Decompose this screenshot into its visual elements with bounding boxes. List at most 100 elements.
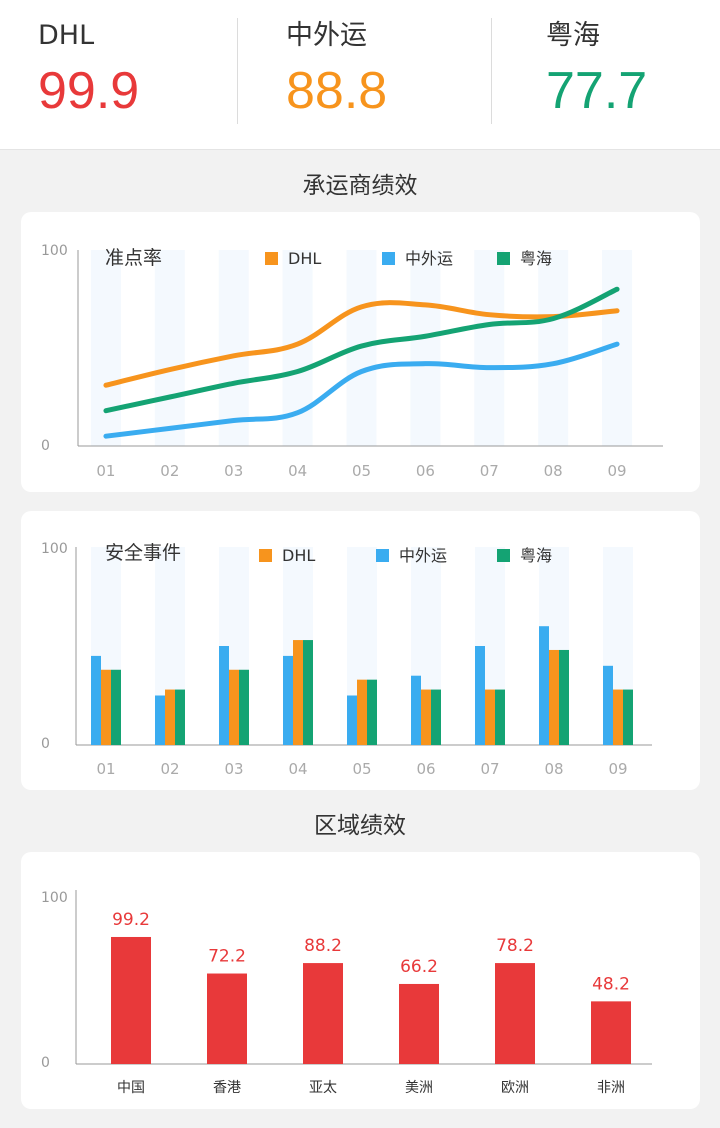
kpi-yuehai: 粤海 77.7 bbox=[546, 16, 720, 126]
x-tick-label: 05 bbox=[352, 760, 371, 778]
x-tick-label: 04 bbox=[288, 462, 307, 480]
x-tick-label: 中国 bbox=[117, 1080, 145, 1096]
kpi-dhl: DHL 99.9 bbox=[38, 16, 258, 126]
bar bbox=[421, 689, 431, 745]
kpi-divider bbox=[491, 18, 492, 124]
x-tick-label: 01 bbox=[96, 462, 115, 480]
y-tick-label: 100 bbox=[41, 541, 68, 557]
y-tick-label: 100 bbox=[41, 890, 68, 906]
bar bbox=[559, 649, 569, 745]
bar bbox=[283, 655, 293, 745]
bar bbox=[111, 669, 121, 745]
bar bbox=[207, 973, 247, 1064]
bar bbox=[495, 963, 535, 1064]
bar bbox=[495, 689, 505, 745]
bar bbox=[293, 640, 303, 745]
on-time-line-chart: 100 0 01 02 03 04 05 06 07 08 09 准点率 DHL 中外运 粤海 bbox=[41, 243, 663, 480]
kpi-name: 粤海 bbox=[546, 20, 600, 51]
y-tick-label: 0 bbox=[41, 736, 50, 752]
x-tick-label: 08 bbox=[544, 760, 563, 778]
bar bbox=[239, 669, 249, 745]
x-tick-label: 非洲 bbox=[597, 1080, 625, 1096]
kpi-header: DHL 99.9 中外运 88.8 粤海 77.7 bbox=[0, 0, 720, 150]
bar bbox=[175, 689, 185, 745]
x-tick-label: 03 bbox=[224, 462, 243, 480]
y-tick-label: 100 bbox=[41, 243, 68, 259]
legend-label: DHL bbox=[288, 249, 321, 268]
kpi-name: 中外运 bbox=[286, 20, 367, 51]
section-title-carrier: 承运商绩效 bbox=[302, 173, 418, 199]
category-band bbox=[474, 250, 505, 446]
category-band bbox=[538, 250, 569, 446]
bar bbox=[367, 679, 377, 745]
kpi-sinotrans: 中外运 88.8 bbox=[286, 16, 506, 126]
x-tick-label: 01 bbox=[96, 760, 115, 778]
bar bbox=[219, 646, 229, 745]
x-tick-label: 07 bbox=[480, 462, 499, 480]
safety-chart-card: 100 0 01 02 03 04 05 06 07 08 09 安全事件 DHL 中外运 粤海 bbox=[21, 511, 700, 790]
bar bbox=[475, 646, 485, 745]
x-tick-label: 欧洲 bbox=[501, 1080, 529, 1096]
data-label: 66.2 bbox=[400, 957, 438, 977]
y-tick-label: 0 bbox=[41, 1055, 50, 1071]
bar bbox=[101, 669, 111, 745]
legend-swatch bbox=[376, 549, 389, 562]
region-chart-card: 100 0 99.2 中国 72.2 香港 88.2 亚太 66.2 美洲 78.2 欧洲 48.2 非洲 bbox=[21, 852, 700, 1109]
bar bbox=[111, 936, 151, 1064]
x-tick-label: 09 bbox=[608, 760, 627, 778]
bar bbox=[411, 675, 421, 745]
bar bbox=[603, 665, 613, 745]
category-band bbox=[154, 250, 185, 446]
category-band bbox=[218, 250, 249, 446]
data-label: 78.2 bbox=[496, 936, 534, 956]
category-band bbox=[410, 250, 441, 446]
legend-label: 中外运 bbox=[405, 249, 453, 268]
x-tick-label: 亚太 bbox=[309, 1080, 337, 1096]
x-tick-label: 02 bbox=[160, 462, 179, 480]
legend-swatch bbox=[497, 252, 510, 265]
legend-label: DHL bbox=[282, 546, 315, 565]
data-label: 99.2 bbox=[112, 910, 150, 930]
kpi-value: 88.8 bbox=[286, 62, 388, 120]
x-tick-label: 02 bbox=[160, 760, 179, 778]
kpi-name: DHL bbox=[38, 20, 95, 51]
category-band bbox=[90, 250, 121, 446]
section-title-region: 区域绩效 bbox=[314, 813, 406, 839]
bar bbox=[165, 689, 175, 745]
x-tick-label: 03 bbox=[224, 760, 243, 778]
bar bbox=[303, 640, 313, 745]
bar bbox=[347, 695, 357, 745]
legend-swatch bbox=[497, 549, 510, 562]
bar bbox=[591, 1001, 631, 1064]
legend-swatch bbox=[265, 252, 278, 265]
bar bbox=[539, 626, 549, 745]
x-tick-label: 香港 bbox=[213, 1080, 241, 1096]
data-label: 48.2 bbox=[592, 974, 630, 994]
bar bbox=[485, 689, 495, 745]
region-bar-chart: 100 0 99.2 中国 72.2 香港 88.2 亚太 66.2 美洲 78.2 欧洲 48.2 非洲 bbox=[41, 890, 652, 1096]
bar bbox=[357, 679, 367, 745]
x-tick-label: 08 bbox=[544, 462, 563, 480]
safety-bar-chart: 100 0 01 02 03 04 05 06 07 08 09 安全事件 DHL 中外运 粤海 bbox=[41, 541, 652, 778]
bar bbox=[91, 655, 101, 745]
chart-title: 准点率 bbox=[105, 247, 162, 269]
bar bbox=[431, 689, 441, 745]
bar bbox=[549, 649, 559, 745]
kpi-divider bbox=[237, 18, 238, 124]
data-label: 88.2 bbox=[304, 936, 342, 956]
bar bbox=[229, 669, 239, 745]
data-label: 72.2 bbox=[208, 947, 246, 967]
x-tick-label: 美洲 bbox=[405, 1080, 433, 1096]
legend-swatch bbox=[382, 252, 395, 265]
bar bbox=[623, 689, 633, 745]
x-tick-label: 09 bbox=[608, 462, 627, 480]
legend-label: 粤海 bbox=[520, 546, 552, 565]
x-tick-label: 07 bbox=[480, 760, 499, 778]
legend-swatch bbox=[259, 549, 272, 562]
y-tick-label: 0 bbox=[41, 438, 50, 454]
chart-title: 安全事件 bbox=[105, 542, 181, 564]
on-time-chart-card: 100 0 01 02 03 04 05 06 07 08 09 准点率 DHL 中外运 粤海 bbox=[21, 212, 700, 492]
bar bbox=[303, 963, 343, 1064]
x-tick-label: 06 bbox=[416, 760, 435, 778]
bar bbox=[155, 695, 165, 745]
